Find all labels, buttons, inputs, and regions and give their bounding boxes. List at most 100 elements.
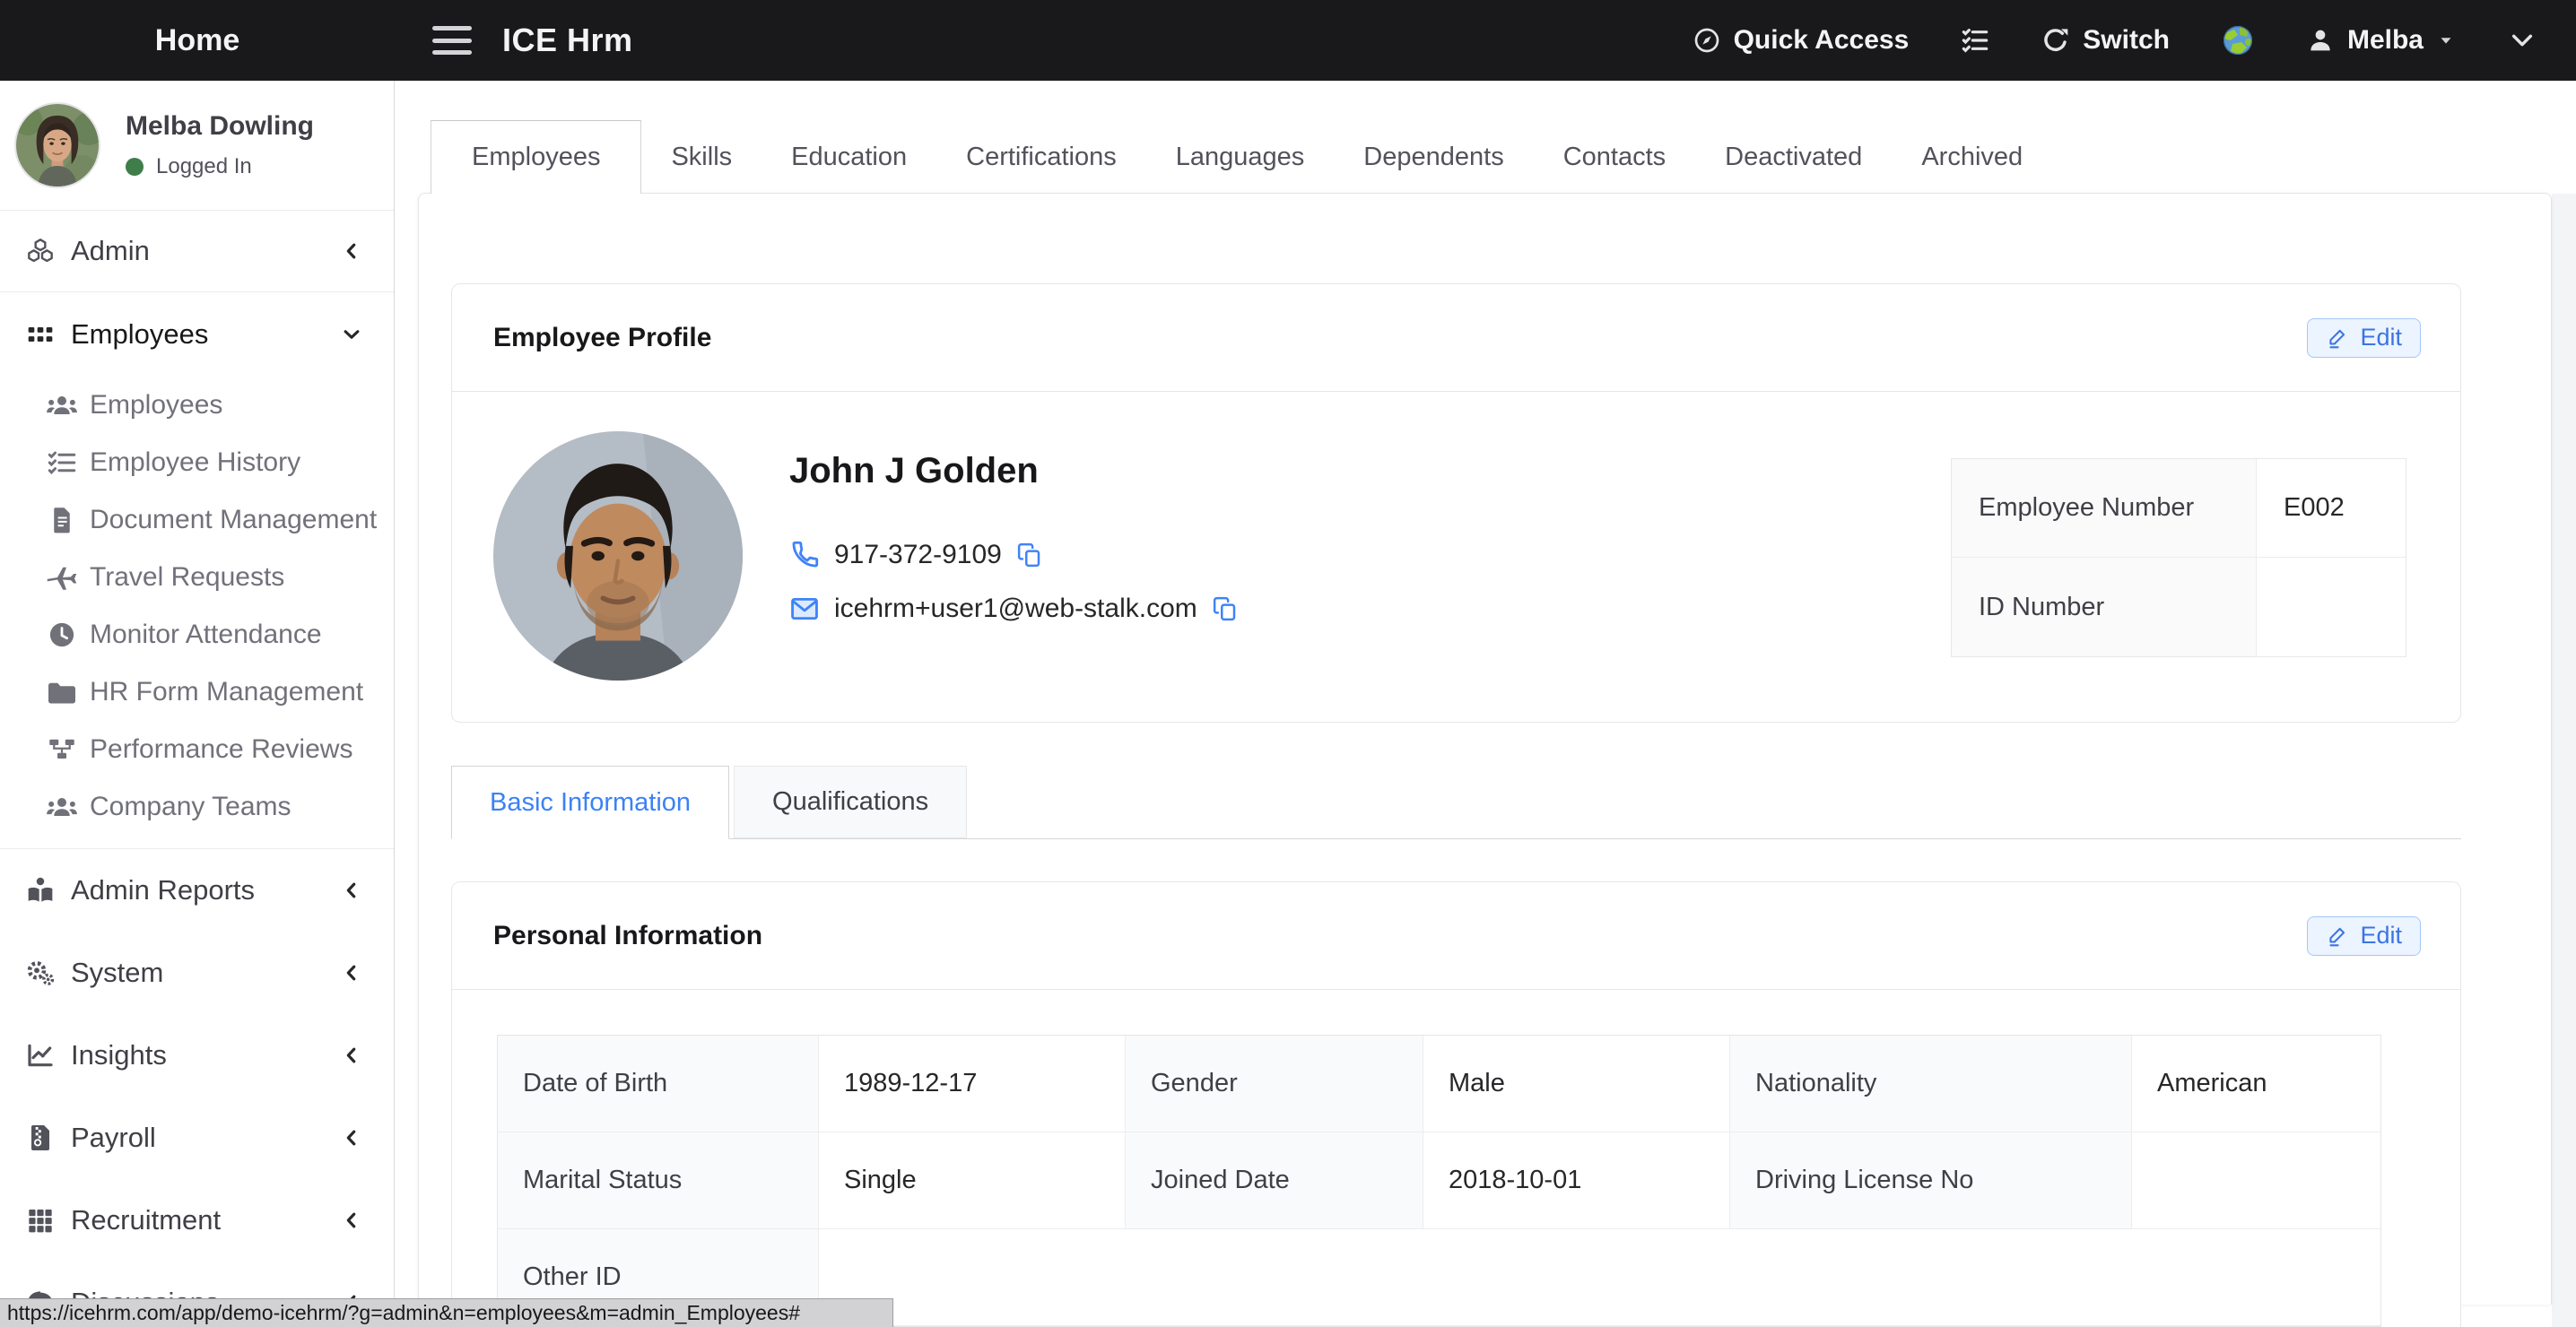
file-icon [45, 507, 79, 533]
phone-icon [789, 540, 820, 570]
summary-label: ID Number [1952, 558, 2256, 656]
personal-information-title: Personal Information [493, 921, 762, 951]
tab-contacts[interactable]: Contacts [1534, 120, 1695, 194]
sidebar: Melba Dowling Logged In Admin Employees [0, 81, 395, 1327]
sidebar-modules: Admin Reports System Insights [0, 848, 394, 1327]
quick-access-button[interactable]: Quick Access [1693, 25, 1910, 56]
home-link[interactable]: Home [0, 23, 395, 58]
edit-personal-info-button[interactable]: Edit [2307, 916, 2421, 956]
avatar [16, 104, 99, 186]
logged-in-dot [126, 158, 144, 176]
globe-icon[interactable] [2222, 24, 2254, 56]
diagram-icon [45, 736, 79, 763]
summary-label: Employee Number [1952, 459, 2256, 558]
edit-profile-label: Edit [2360, 324, 2402, 351]
tab-basic-information[interactable]: Basic Information [451, 766, 729, 839]
sidebar-item-recruitment[interactable]: Recruitment [0, 1179, 394, 1262]
sidebar-item-label: Travel Requests [90, 562, 284, 593]
book-reader-icon [26, 876, 55, 905]
sidebar-item-label: Payroll [71, 1122, 156, 1154]
sidebar-item-label: Recruitment [71, 1204, 221, 1236]
chevron-left-icon [342, 880, 361, 900]
summary-value [2256, 558, 2406, 656]
chevron-left-icon [342, 963, 361, 983]
list-check-icon [45, 449, 79, 476]
archive-file-icon [26, 1123, 55, 1152]
tab-employees[interactable]: Employees [431, 120, 641, 194]
field-value: American [2132, 1036, 2380, 1132]
sidebar-item-admin[interactable]: Admin [0, 210, 394, 291]
tab-dependents[interactable]: Dependents [1334, 120, 1533, 194]
user-menu[interactable]: Melba [2306, 25, 2456, 56]
pen-icon [2326, 924, 2349, 948]
chevron-left-icon [342, 1210, 361, 1230]
sidebar-user-name: Melba Dowling [126, 111, 314, 142]
chevron-down-icon [342, 325, 361, 344]
summary-value: E002 [2256, 459, 2406, 558]
field-value: Single [819, 1132, 1126, 1229]
employee-profile-title: Employee Profile [493, 323, 711, 353]
sidebar-item-system[interactable]: System [0, 932, 394, 1014]
tab-deactivated[interactable]: Deactivated [1695, 120, 1892, 194]
sidebar-item-admin-reports[interactable]: Admin Reports [0, 849, 394, 932]
tab-languages[interactable]: Languages [1146, 120, 1335, 194]
tasks-icon[interactable] [1961, 26, 1989, 55]
hamburger-icon[interactable] [432, 26, 472, 55]
sidebar-item-label: Employee History [90, 447, 300, 478]
employee-photo [493, 431, 743, 681]
sidebar-item-company-teams[interactable]: Company Teams [0, 778, 394, 836]
chevron-left-icon [342, 241, 361, 261]
sidebar-item-hr-form-management[interactable]: HR Form Management [0, 664, 394, 721]
copy-icon[interactable] [1016, 542, 1043, 568]
icehrm-app: Home ICE Hrm Quick Access Switch [0, 0, 2576, 1327]
folder-icon [45, 679, 79, 706]
grid-icon [26, 1206, 55, 1235]
employee-email[interactable]: icehrm+user1@web-stalk.com [834, 594, 1197, 624]
tab-certifications[interactable]: Certifications [936, 120, 1146, 194]
browser-status-bar: https://icehrm.com/app/demo-icehrm/?g=ad… [0, 1298, 893, 1327]
field-label: Driving License No [1730, 1132, 2132, 1229]
sidebar-item-travel-requests[interactable]: Travel Requests [0, 549, 394, 606]
sidebar-item-label: Performance Reviews [90, 734, 352, 765]
topbar-actions: Quick Access Switch [1693, 24, 2576, 56]
sidebar-item-label: HR Form Management [90, 677, 363, 707]
tab-education[interactable]: Education [761, 120, 936, 194]
chevron-down-icon[interactable] [2508, 26, 2537, 55]
topbar: Home ICE Hrm Quick Access Switch [0, 0, 2576, 81]
sidebar-employees-submenu: Employees Employee History Document Mana… [0, 377, 394, 848]
sidebar-item-payroll[interactable]: Payroll [0, 1097, 394, 1179]
sidebar-item-monitor-attendance[interactable]: Monitor Attendance [0, 606, 394, 664]
field-label: Marital Status [498, 1132, 819, 1229]
personal-info-table: Date of Birth 1989-12-17 Gender Male Nat… [497, 1035, 2381, 1327]
tab-qualifications[interactable]: Qualifications [734, 766, 967, 838]
switch-button[interactable]: Switch [2041, 25, 2170, 56]
compass-icon [1693, 26, 1721, 55]
edit-profile-button[interactable]: Edit [2307, 318, 2421, 358]
users-icon [45, 794, 79, 820]
logged-in-label: Logged In [156, 154, 252, 179]
employee-profile-card: Employee Profile Edit [451, 283, 2461, 723]
field-label: Nationality [1730, 1036, 2132, 1132]
chevron-left-icon [342, 1128, 361, 1148]
employee-phone[interactable]: 917-372-9109 [834, 540, 1002, 570]
employee-name: John J Golden [789, 451, 1239, 491]
tab-archived[interactable]: Archived [1892, 120, 2052, 194]
tab-skills[interactable]: Skills [641, 120, 761, 194]
field-label: Gender [1126, 1036, 1423, 1132]
sidebar-item-label: Admin [71, 235, 150, 267]
sidebar-user-card: Melba Dowling Logged In [0, 81, 394, 210]
sidebar-item-employee-history[interactable]: Employee History [0, 434, 394, 491]
envelope-icon [789, 594, 820, 624]
copy-icon[interactable] [1212, 595, 1239, 622]
switch-label: Switch [2083, 25, 2170, 56]
sidebar-item-insights[interactable]: Insights [0, 1014, 394, 1097]
sidebar-item-employees[interactable]: Employees [0, 377, 394, 434]
personal-information-card: Personal Information Edit Date of Birth … [451, 881, 2461, 1327]
sidebar-item-document-management[interactable]: Document Management [0, 491, 394, 549]
users-icon [45, 392, 79, 419]
field-value [2132, 1132, 2380, 1229]
field-value: Male [1423, 1036, 1730, 1132]
sidebar-item-performance-reviews[interactable]: Performance Reviews [0, 721, 394, 778]
sidebar-item-employees-section[interactable]: Employees [0, 291, 394, 377]
sidebar-item-label: Employees [90, 390, 222, 421]
